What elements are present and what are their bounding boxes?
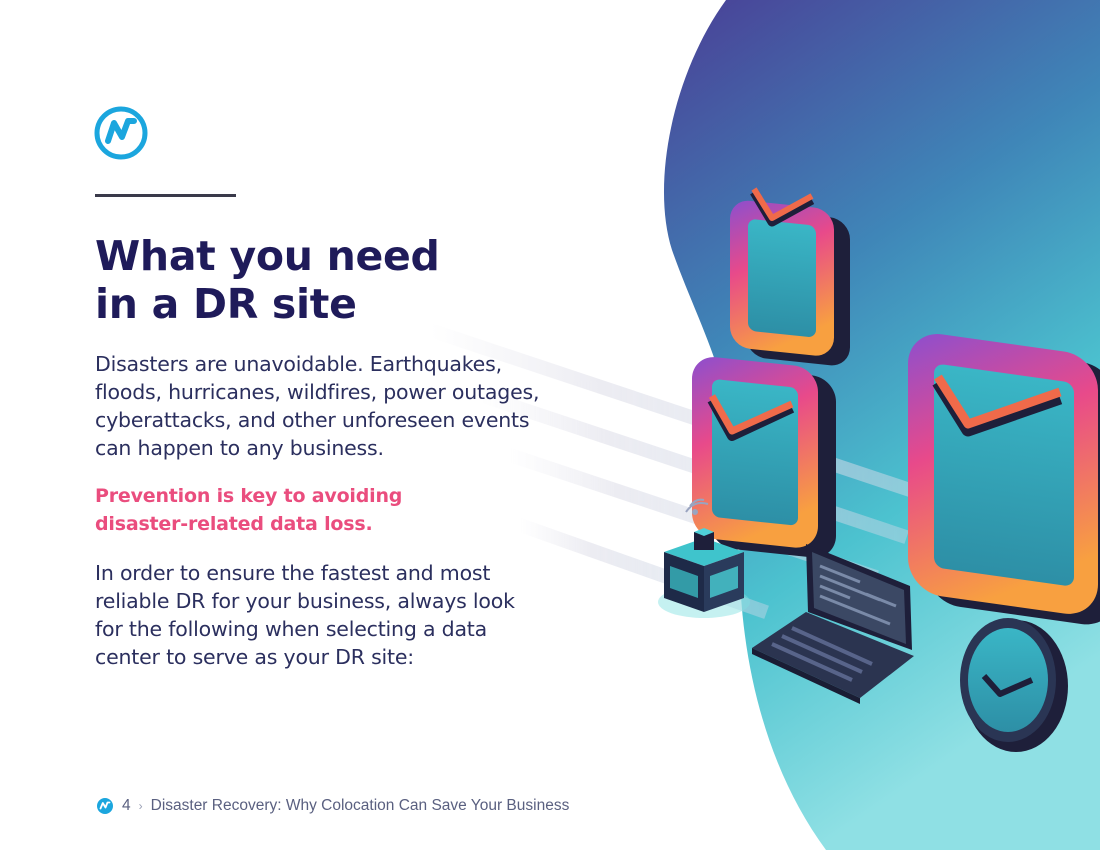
text-line: floods, hurricanes, wildfires, power out… bbox=[95, 380, 540, 404]
page: What you need in a DR site Disasters are… bbox=[0, 0, 1100, 850]
checkbox-icon bbox=[908, 334, 1100, 625]
brand-logo-icon bbox=[97, 798, 113, 814]
title-line: What you need bbox=[95, 232, 440, 280]
title-line: in a DR site bbox=[95, 280, 357, 328]
intro-paragraph: Disasters are unavoidable. Earthquakes, … bbox=[95, 350, 595, 462]
document-title: Disaster Recovery: Why Colocation Can Sa… bbox=[150, 797, 570, 814]
brand-logo-icon bbox=[94, 106, 148, 160]
text-line: reliable DR for your business, always lo… bbox=[95, 589, 515, 613]
text-line: In order to ensure the fastest and most bbox=[95, 561, 491, 585]
closing-paragraph: In order to ensure the fastest and most … bbox=[95, 559, 595, 671]
emphasis-callout: Prevention is key to avoiding disaster-r… bbox=[95, 482, 575, 538]
divider bbox=[95, 194, 236, 197]
text-line: Disasters are unavoidable. Earthquakes, bbox=[95, 352, 502, 376]
text-line: can happen to any business. bbox=[95, 436, 384, 460]
text-line: for the following when selecting a data bbox=[95, 617, 488, 641]
page-footer: 4 › Disaster Recovery: Why Colocation Ca… bbox=[96, 796, 569, 816]
text-line: cyberattacks, and other unforeseen event… bbox=[95, 408, 530, 432]
text-line: center to serve as your DR site: bbox=[95, 645, 414, 669]
checkbox-icon bbox=[692, 357, 836, 558]
page-number: 4 bbox=[122, 797, 131, 814]
text-line: Prevention is key to avoiding bbox=[95, 485, 403, 507]
page-title: What you need in a DR site bbox=[95, 232, 565, 328]
footer-separator: › bbox=[138, 799, 143, 813]
text-line: disaster-related data loss. bbox=[95, 513, 373, 535]
